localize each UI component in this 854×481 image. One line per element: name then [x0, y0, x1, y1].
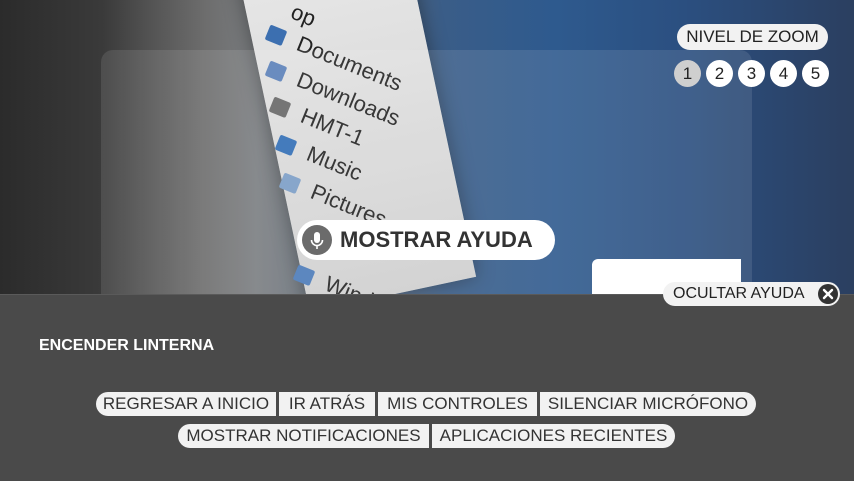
recent-apps-button[interactable]: APLICACIONES RECIENTES: [432, 424, 675, 448]
zoom-level-3-button[interactable]: 3: [738, 60, 765, 87]
show-help-button[interactable]: MOSTRAR AYUDA: [297, 220, 555, 260]
voice-commands-panel: ENCENDER LINTERNA REGRESAR A INICIO IR A…: [0, 294, 854, 481]
mute-microphone-button[interactable]: SILENCIAR MICRÓFONO: [540, 392, 756, 416]
command-row: REGRESAR A INICIO IR ATRÁS MIS CONTROLES…: [0, 392, 854, 418]
show-notifications-button[interactable]: MOSTRAR NOTIFICACIONES: [178, 424, 429, 448]
close-icon: [818, 284, 838, 304]
command-row: MOSTRAR NOTIFICACIONES APLICACIONES RECI…: [0, 424, 854, 450]
show-help-label: MOSTRAR AYUDA: [340, 227, 533, 252]
zoom-level-selector: 1 2 3 4 5: [674, 60, 834, 88]
my-controls-button[interactable]: MIS CONTROLES: [378, 392, 537, 416]
hide-help-button[interactable]: OCULTAR AYUDA: [663, 282, 840, 306]
go-home-button[interactable]: REGRESAR A INICIO: [96, 392, 276, 416]
microphone-icon: [302, 225, 332, 255]
zoom-level-5-button[interactable]: 5: [802, 60, 829, 87]
zoom-level-label: NIVEL DE ZOOM: [677, 24, 828, 50]
documents-icon: [264, 24, 288, 47]
zoom-level-2-button[interactable]: 2: [706, 60, 733, 87]
hide-help-label: OCULTAR AYUDA: [673, 285, 805, 302]
zoom-level-4-button[interactable]: 4: [770, 60, 797, 87]
zoom-level-1-button[interactable]: 1: [674, 60, 701, 87]
torch-command[interactable]: ENCENDER LINTERNA: [39, 337, 214, 355]
go-back-button[interactable]: IR ATRÁS: [279, 392, 375, 416]
